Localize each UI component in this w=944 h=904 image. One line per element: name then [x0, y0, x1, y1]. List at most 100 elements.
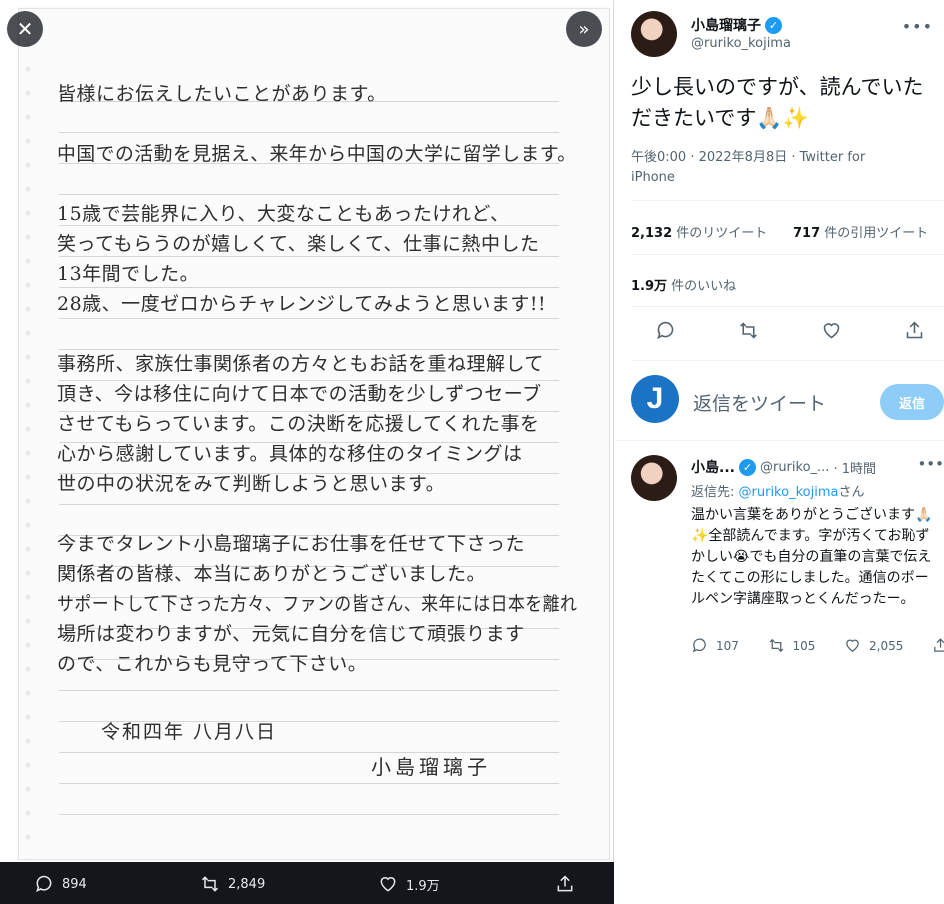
letter-date: 令和四年 八月八日 — [101, 721, 278, 743]
reply-author-handle[interactable]: @ruriko_... — [760, 460, 829, 475]
retweet-icon — [769, 638, 783, 653]
author-name: 小島瑠璃子 — [691, 18, 761, 34]
letter-line: 世の中の状況をみて判断しようと思います。 — [57, 473, 446, 495]
letter-line: 15歳で芸能界に入り、大変なこともあったけれど、 — [57, 203, 510, 225]
tweet-author: 小島瑠璃子 ✓ @ruriko_kojima ••• — [631, 11, 933, 59]
tweet-media-modal: 皆様にお伝えしたいことがあります。中国での活動を見据え、来年から中国の大学に留学… — [0, 0, 944, 904]
letter-signature: 小島瑠璃子 — [371, 755, 491, 779]
letter-line: 場所は変わりますが、元気に自分を信じて頑張ります — [57, 623, 525, 645]
like-stat[interactable]: 1.9万 件のいいね — [631, 275, 736, 294]
media-reply-button[interactable]: 894 — [34, 874, 87, 894]
reply-share-button[interactable] — [932, 637, 944, 654]
media-viewer: 皆様にお伝えしたいことがあります。中国での活動を見据え、来年から中国の大学に留学… — [0, 0, 614, 904]
reply-text: 温かい言葉をありがとうございます🙏🏻✨全部読んでます。字が汚くてお恥ずかしい😭で… — [691, 507, 933, 607]
heart-icon — [846, 639, 859, 652]
reply-like-count: 2,055 — [869, 638, 904, 653]
tweet-actions — [655, 320, 925, 341]
heart-icon[interactable] — [821, 320, 842, 341]
reply-retweet-button[interactable]: 105 — [768, 637, 816, 654]
reply-to-suffix: さん — [838, 485, 865, 500]
media-like-count: 1.9万 — [406, 878, 440, 894]
retweet-icon — [201, 876, 219, 892]
letter-line — [57, 169, 577, 199]
retweet-label: 件のリツイート — [672, 226, 768, 241]
author-name-link[interactable]: 小島瑠璃子 ✓ — [691, 15, 782, 35]
retweet-count: 2,132 — [631, 226, 673, 241]
verified-badge-icon: ✓ — [738, 458, 756, 476]
letter-line: 事務所、家族仕事関係者の方々ともお話を重ね理解して — [57, 353, 544, 375]
like-label: 件のいいね — [667, 279, 737, 294]
letter-line: 皆様にお伝えしたいことがあります。 — [57, 83, 387, 105]
media-retweet-count: 2,849 — [228, 876, 266, 892]
letter-line: 中国での活動を見据え、来年から中国の大学に留学します。 — [57, 143, 577, 165]
handwritten-letter-image: 皆様にお伝えしたいことがあります。中国での活動を見据え、来年から中国の大学に留学… — [18, 8, 610, 860]
close-button[interactable]: ✕ — [7, 11, 43, 47]
close-icon: ✕ — [16, 17, 34, 41]
reply-to-label: 返信先: — [691, 485, 739, 500]
media-reply-count: 894 — [62, 876, 87, 892]
letter-line: させてもらっています。この決断を応援してくれた事を — [57, 413, 540, 435]
divider — [631, 306, 944, 307]
share-icon — [934, 638, 944, 652]
letter-line: 28歳、一度ゼロからチャレンジしてみようと思います!! — [57, 293, 547, 315]
reply-to: 返信先: @ruriko_kojimaさん — [691, 481, 864, 500]
expand-panel-button[interactable]: » — [566, 11, 602, 47]
more-options-icon[interactable]: ••• — [917, 455, 944, 473]
reply-composer: J 返信をツイート 返信 — [631, 375, 944, 427]
reply-retweet-count: 105 — [792, 638, 816, 653]
letter-line — [57, 109, 577, 139]
notebook-holes — [23, 9, 33, 859]
tweet-detail-panel: 小島瑠璃子 ✓ @ruriko_kojima ••• 少し長いのですが、読んでい… — [615, 0, 944, 904]
letter-line: 今までタレント小島瑠璃子にお仕事を任せて下さった — [57, 533, 526, 555]
media-like-button[interactable]: 1.9万 — [378, 874, 440, 894]
reply-reply-button[interactable]: 107 — [691, 637, 739, 654]
verified-badge-icon: ✓ — [765, 16, 782, 34]
chevron-double-right-icon: » — [578, 18, 590, 40]
reply-button[interactable]: 返信 — [880, 384, 944, 420]
reply-actions: 107 105 2,055 — [691, 637, 944, 654]
tweet-text: 少し長いのですが、読んでいただきたいです🙏🏻✨ — [631, 75, 924, 130]
divider — [631, 360, 944, 361]
share-icon[interactable] — [904, 320, 925, 341]
quote-stat[interactable]: 717 件の引用ツイート — [793, 222, 928, 241]
reply-icon[interactable] — [655, 320, 676, 341]
avatar: J — [631, 375, 679, 423]
letter-line: 頂き、今は移住に向けて日本での活動を少しずつセーブ — [57, 383, 542, 405]
letter-line: 笑ってもらうのが嬉しくて、楽しくて、仕事に熱中した — [57, 233, 540, 255]
reply-input[interactable]: 返信をツイート — [693, 389, 826, 416]
reply-reply-count: 107 — [716, 638, 739, 653]
reply-icon — [36, 875, 52, 893]
reply-to-handle[interactable]: @ruriko_kojima — [739, 485, 839, 500]
letter-line: 13年間でした。 — [57, 263, 200, 285]
letter-text: 皆様にお伝えしたいことがあります。中国での活動を見据え、来年から中国の大学に留学… — [57, 79, 577, 679]
letter-line — [57, 499, 577, 529]
avatar[interactable] — [631, 455, 677, 501]
avatar[interactable] — [631, 11, 677, 57]
more-options-icon[interactable]: ••• — [902, 17, 933, 36]
divider — [615, 440, 944, 441]
letter-line — [57, 319, 577, 349]
reply-icon — [692, 638, 706, 653]
divider — [631, 254, 944, 255]
reply-author-name[interactable]: 小島... — [691, 457, 735, 477]
share-icon — [557, 875, 573, 892]
media-frame: 皆様にお伝えしたいことがあります。中国での活動を見据え、来年から中国の大学に留学… — [0, 0, 614, 862]
retweet-stat[interactable]: 2,132 件のリツイート — [631, 222, 767, 241]
tweet-meta: 午後0:00 · 2022年8月8日 · Twitter for iPhone — [631, 148, 901, 188]
author-handle[interactable]: @ruriko_kojima — [691, 36, 791, 51]
media-retweet-button[interactable]: 2,849 — [200, 874, 265, 894]
reply-like-button[interactable]: 2,055 — [844, 637, 903, 654]
like-count: 1.9万 — [631, 279, 668, 294]
divider — [631, 200, 944, 201]
media-share-button[interactable] — [555, 874, 575, 894]
letter-line: 心から感謝しています。具体的な移住のタイミングは — [57, 443, 523, 465]
reply-header: 小島... ✓ @ruriko_... · 1時間 — [691, 457, 876, 477]
reply-time[interactable]: · 1時間 — [833, 458, 876, 477]
letter-line: 関係者の皆様、本当にありがとうございました。 — [57, 563, 487, 585]
tweet-timestamp[interactable]: 午後0:00 · 2022年8月8日 · — [631, 150, 800, 165]
letter-line: サポートして下さった方々、ファンの皆さん、来年には日本を離れ — [57, 593, 578, 615]
quote-count: 717 — [793, 226, 821, 241]
media-action-bar: 894 2,849 1.9万 — [0, 862, 614, 904]
letter-line: ので、これからも見守って下さい。 — [57, 653, 368, 675]
retweet-icon[interactable] — [738, 320, 759, 341]
